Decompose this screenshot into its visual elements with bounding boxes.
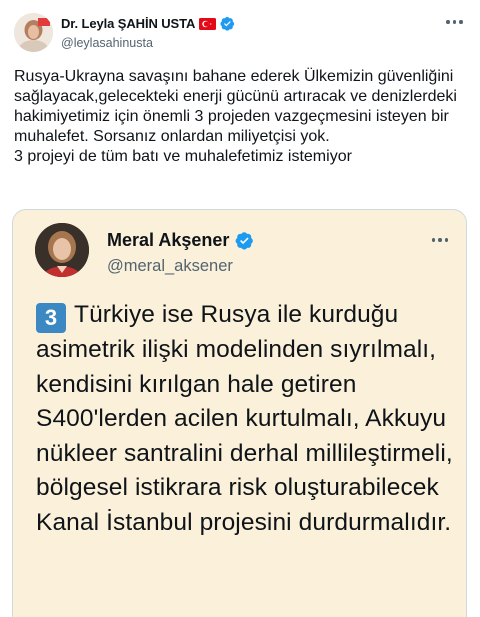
more-dot <box>459 20 463 24</box>
quoted-tweet-text-block: 3 Türkiye ise Rusya ile kurduğu asimetrik… <box>36 298 456 540</box>
quoted-author: Meral Akşener @meral_aksener <box>107 230 254 276</box>
quoted-author-name[interactable]: Meral Akşener <box>107 230 229 251</box>
tweet-author: Dr. Leyla ŞAHİN USTA @leylasahinusta <box>61 14 440 50</box>
more-dot <box>438 238 442 242</box>
turkey-flag-icon <box>199 17 217 30</box>
tweet-text: Rusya-Ukrayna savaşını bahane ederek Ülk… <box>14 68 457 165</box>
author-name-row: Dr. Leyla ŞAHİN USTA <box>61 14 440 32</box>
more-dot <box>446 20 450 24</box>
more-options-icon[interactable] <box>446 18 466 26</box>
quoted-tweet-card[interactable]: Meral Akşener @meral_aksener 3 Türkiye is… <box>12 209 467 617</box>
verified-badge-icon <box>220 16 235 31</box>
quoted-name-row: Meral Akşener <box>107 230 254 251</box>
more-dot <box>444 238 448 242</box>
author-avatar[interactable] <box>14 13 53 52</box>
more-dot <box>431 238 435 242</box>
quoted-more-options-icon <box>431 238 448 242</box>
verified-badge-icon <box>235 231 254 250</box>
keycap-number-icon: 3 <box>36 303 66 333</box>
quoted-author-handle[interactable]: @meral_aksener <box>107 257 254 276</box>
quoted-author-avatar[interactable] <box>35 223 89 277</box>
more-dot <box>452 20 456 24</box>
author-handle[interactable]: @leylasahinusta <box>61 36 440 50</box>
author-name[interactable]: Dr. Leyla ŞAHİN USTA <box>61 16 195 31</box>
quoted-tweet-text: Türkiye ise Rusya ile kurduğu asimetrik … <box>36 301 453 536</box>
